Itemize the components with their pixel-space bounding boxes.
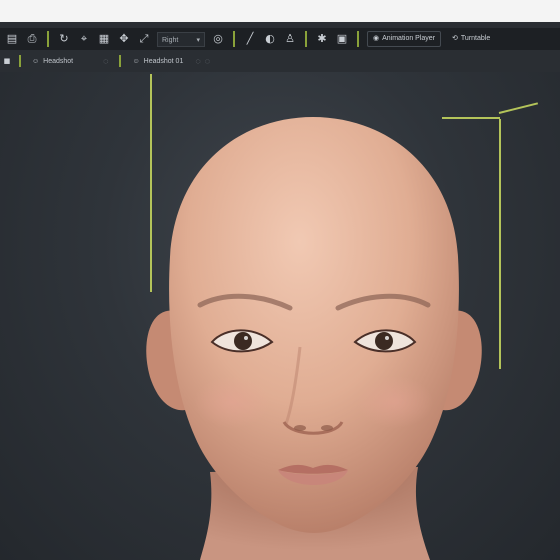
head-icon: ☺	[132, 57, 140, 65]
right-cheek	[357, 376, 433, 428]
tab-label: Headshot	[43, 57, 74, 65]
right-nostril	[321, 425, 333, 431]
tab-headshot-01[interactable]: ☺ Headshot 01 ◌ ◌	[126, 53, 216, 69]
right-iris	[375, 332, 393, 350]
tab-headshot[interactable]: ☺ Headshot ◌	[26, 53, 114, 69]
animation-player-label: Animation Player	[382, 35, 436, 42]
toolbar-divider	[305, 31, 307, 47]
right-eye-highlight	[385, 336, 389, 340]
scale-icon[interactable]: ⤢	[136, 31, 152, 47]
folder-icon[interactable]: ▤	[4, 31, 20, 47]
light-icon[interactable]: ✱	[314, 31, 330, 47]
toolbar-divider	[357, 31, 359, 47]
toolbar-divider	[119, 55, 122, 67]
settings-icon[interactable]: ◌	[205, 56, 210, 66]
tab-label: Headshot 01	[143, 57, 184, 65]
close-icon[interactable]: ◌	[195, 56, 200, 66]
left-eye-highlight	[244, 336, 248, 340]
turntable-button[interactable]: ⟲ Turntable	[447, 31, 495, 47]
toolbar-divider	[19, 55, 21, 67]
save-icon[interactable]: ⎙	[24, 31, 40, 47]
head-model[interactable]	[0, 72, 560, 560]
move-icon[interactable]: ✥	[116, 31, 132, 47]
view-dropdown-value: Right	[162, 36, 179, 44]
pose-icon[interactable]: ♙	[282, 31, 298, 47]
document-tab-bar: ▪ ☺ Headshot ◌ ☺ Headshot 01 ◌ ◌	[0, 52, 560, 70]
turntable-icon: ⟲	[452, 35, 458, 42]
left-nostril	[294, 425, 306, 431]
headshot-app-window: ▤ ⎙ ↻ ⌖ ▦ ✥ ⤢ Right ▾ ◎ ╱ ◐ ♙ ✱ ▣ ◉ Anim…	[0, 22, 560, 560]
head-icon: ☺	[32, 57, 40, 65]
morph-icon[interactable]: ◐	[262, 31, 278, 47]
left-iris	[234, 332, 252, 350]
menu-icon[interactable]: ▪	[2, 53, 12, 69]
view-dropdown[interactable]: Right ▾	[157, 31, 205, 47]
close-icon[interactable]: ◌	[103, 56, 108, 66]
play-circle-icon: ◉	[373, 35, 380, 42]
chevron-down-icon: ▾	[196, 36, 200, 44]
animation-player-button[interactable]: ◉ Animation Player	[367, 31, 442, 47]
grid-icon[interactable]: ▦	[96, 31, 112, 47]
3d-viewport[interactable]	[0, 72, 560, 560]
browser-top-bar	[0, 0, 560, 23]
left-cheek	[194, 376, 270, 428]
brush-icon[interactable]: ╱	[242, 31, 258, 47]
rotate-icon[interactable]: ↻	[56, 31, 72, 47]
main-toolbar: ▤ ⎙ ↻ ⌖ ▦ ✥ ⤢ Right ▾ ◎ ╱ ◐ ♙ ✱ ▣ ◉ Anim…	[0, 28, 560, 50]
toolbar-divider	[233, 31, 235, 47]
camera-icon[interactable]: ◎	[210, 31, 226, 47]
render-icon[interactable]: ▣	[334, 31, 350, 47]
toolbar-divider	[47, 31, 49, 47]
turntable-label: Turntable	[460, 35, 491, 42]
select-icon[interactable]: ⌖	[76, 31, 92, 47]
